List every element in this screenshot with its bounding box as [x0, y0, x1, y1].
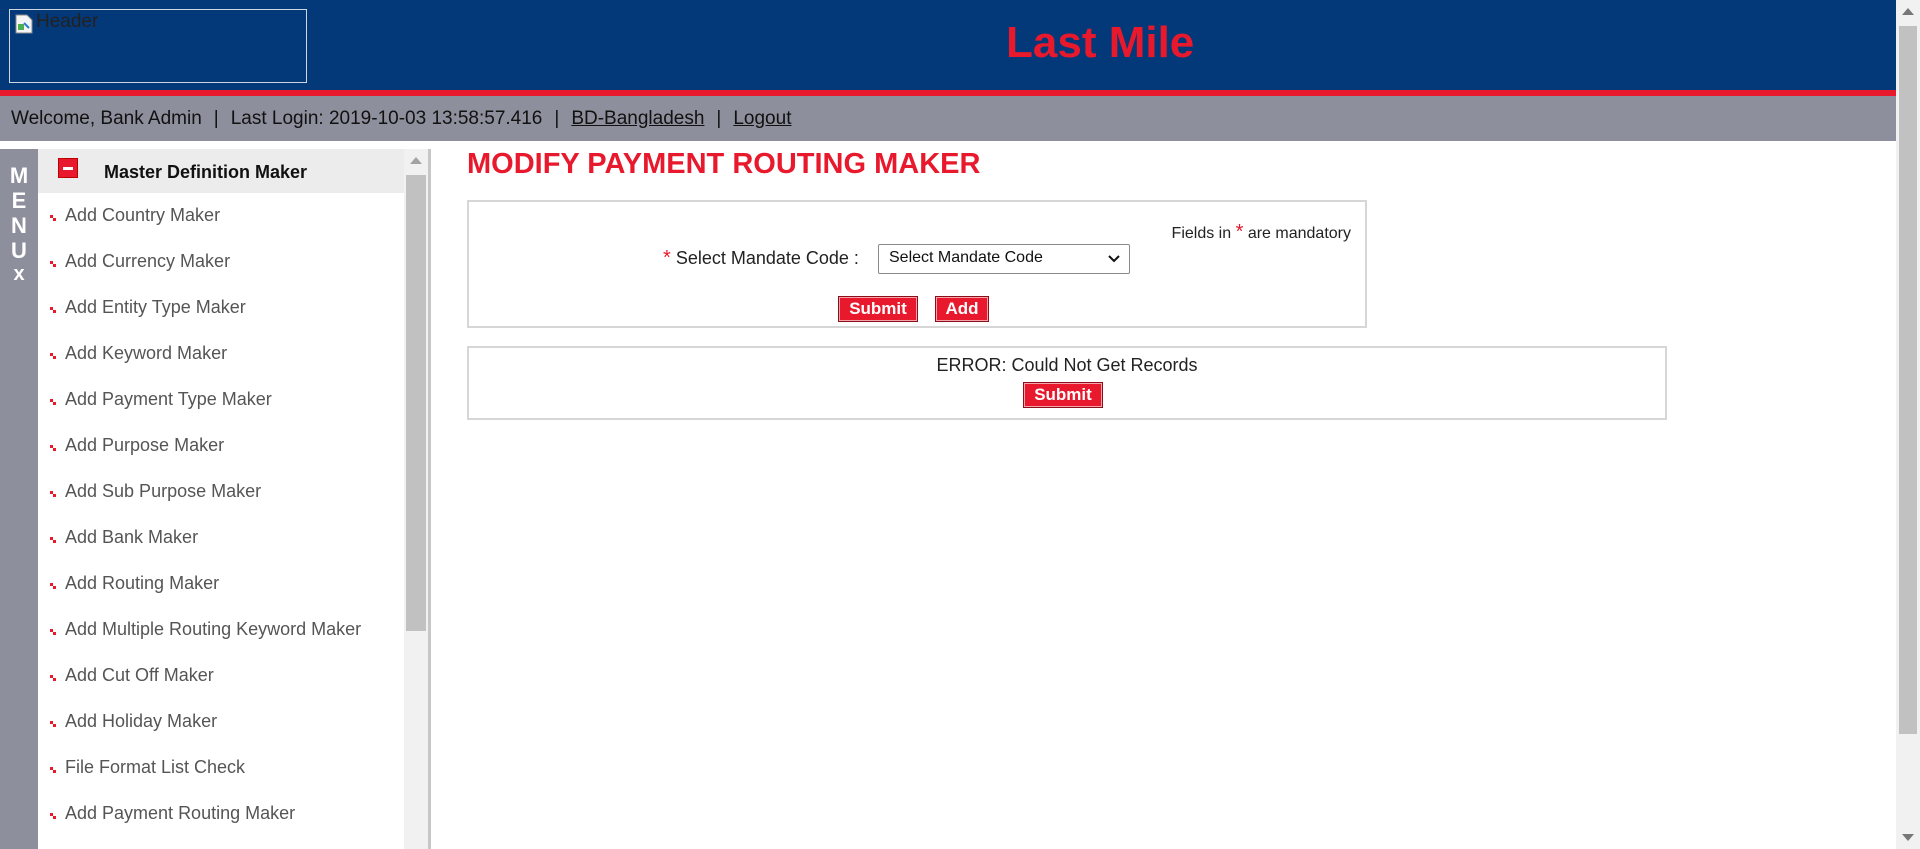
result-panel: ERROR: Could Not Get Records Submit: [467, 346, 1667, 420]
menu-group-header[interactable]: Master Definition Maker: [38, 149, 404, 193]
sidebar-item-add-holiday-maker[interactable]: Add Holiday Maker: [38, 699, 404, 745]
sidebar-item-add-entity-type-maker[interactable]: Add Entity Type Maker: [38, 285, 404, 331]
sidebar-item-add-multiple-routing-keyword-maker[interactable]: Add Multiple Routing Keyword Maker: [38, 607, 404, 653]
welcome-bar: Welcome, Bank Admin | Last Login: 2019-1…: [0, 96, 1896, 141]
bullet-icon: [50, 445, 56, 451]
bullet-icon: [50, 767, 56, 773]
sidebar-item-label: Add Payment Routing Maker: [65, 803, 296, 823]
sidebar-item-label: Add Bank Maker: [65, 527, 199, 547]
menu-close-icon[interactable]: x: [13, 263, 24, 285]
sidebar-item-label: Add Multiple Routing Keyword Maker: [65, 619, 362, 639]
bullet-icon: [50, 675, 56, 681]
bullet-icon: [50, 353, 56, 359]
sidebar-item-label: Add Holiday Maker: [65, 711, 218, 731]
chevron-down-icon: [1107, 252, 1121, 266]
mandatory-note-suffix: are mandatory: [1247, 225, 1351, 242]
mandatory-note: Fields in * are mandatory: [1172, 221, 1351, 244]
sidebar-item-label: Add Sub Purpose Maker: [65, 481, 262, 501]
add-button[interactable]: Add: [935, 296, 989, 322]
sidebar-item-label: File Format List Check: [65, 757, 246, 777]
app-title: Last Mile: [1006, 18, 1195, 67]
sidebar-item-file-format-list-check[interactable]: File Format List Check: [38, 745, 404, 791]
sidebar-item-label: Add Entity Type Maker: [65, 297, 246, 317]
scroll-up-icon[interactable]: [410, 157, 422, 164]
sidebar-item-add-keyword-maker[interactable]: Add Keyword Maker: [38, 331, 404, 377]
menu-rail[interactable]: M E N U x: [0, 149, 38, 849]
separator: |: [554, 107, 560, 129]
bullet-icon: [50, 537, 56, 543]
bullet-icon: [50, 721, 56, 727]
sidebar-scroll-thumb[interactable]: [406, 175, 426, 631]
bullet-icon: [50, 813, 56, 819]
bullet-icon: [50, 307, 56, 313]
header-logo[interactable]: Header: [9, 9, 307, 83]
bullet-icon: [50, 399, 56, 405]
bullet-icon: [50, 583, 56, 589]
scroll-down-icon[interactable]: [1902, 834, 1914, 841]
page-scroll-thumb[interactable]: [1899, 26, 1917, 734]
last-login-text: Last Login: 2019-10-03 13:58:57.416: [230, 107, 543, 129]
mandate-form: Fields in * are mandatory * Select Manda…: [467, 200, 1367, 328]
bullet-icon: [50, 491, 56, 497]
separator: |: [213, 107, 219, 129]
collapse-icon[interactable]: [58, 158, 78, 178]
mandate-code-select-value: Select Mandate Code: [889, 249, 1043, 266]
separator: |: [716, 107, 722, 129]
sidebar-item-add-currency-maker[interactable]: Add Currency Maker: [38, 239, 404, 285]
country-link[interactable]: BD-Bangladesh: [571, 108, 704, 130]
menu-letter: U: [11, 238, 27, 263]
header-logo-alt-text: Header: [36, 11, 99, 32]
scroll-up-icon[interactable]: [1902, 8, 1914, 15]
menu-letter: N: [11, 213, 27, 238]
sidebar-divider: [428, 149, 431, 849]
menu-group-title: Master Definition Maker: [104, 162, 308, 182]
mandate-code-label-row: * Select Mandate Code :: [663, 247, 859, 270]
result-submit-button[interactable]: Submit: [1023, 382, 1103, 408]
sidebar-item-add-cut-off-maker[interactable]: Add Cut Off Maker: [38, 653, 404, 699]
sidebar-item-add-purpose-maker[interactable]: Add Purpose Maker: [38, 423, 404, 469]
sidebar-item-label: Add Purpose Maker: [65, 435, 225, 455]
menu-list: Add Country Maker Add Currency Maker Add…: [38, 193, 404, 837]
submit-button[interactable]: Submit: [838, 296, 918, 322]
sidebar-item-add-sub-purpose-maker[interactable]: Add Sub Purpose Maker: [38, 469, 404, 515]
sidebar-item-label: Add Keyword Maker: [65, 343, 228, 363]
menu-toggle[interactable]: M E N U x: [0, 163, 38, 285]
sidebar: Master Definition Maker Add Country Make…: [38, 149, 404, 849]
menu-letter: E: [11, 188, 27, 213]
logout-link[interactable]: Logout: [733, 108, 791, 130]
sidebar-item-label: Add Routing Maker: [65, 573, 220, 593]
required-star: *: [1235, 221, 1244, 243]
sidebar-item-label: Add Currency Maker: [65, 251, 231, 271]
page-title: MODIFY PAYMENT ROUTING MAKER: [467, 148, 981, 180]
sidebar-item-label: Add Payment Type Maker: [65, 389, 272, 409]
bullet-icon: [50, 261, 56, 267]
sidebar-item-add-payment-routing-maker[interactable]: Add Payment Routing Maker: [38, 791, 404, 837]
mandate-code-select[interactable]: Select Mandate Code: [878, 244, 1130, 274]
bullet-icon: [50, 629, 56, 635]
required-star: *: [663, 247, 671, 269]
sidebar-item-label: Add Cut Off Maker: [65, 665, 214, 685]
mandate-code-label: Select Mandate Code :: [675, 248, 859, 268]
sidebar-item-add-bank-maker[interactable]: Add Bank Maker: [38, 515, 404, 561]
sidebar-item-add-routing-maker[interactable]: Add Routing Maker: [38, 561, 404, 607]
sidebar-item-add-country-maker[interactable]: Add Country Maker: [38, 193, 404, 239]
mandatory-note-prefix: Fields in: [1171, 225, 1232, 242]
broken-image-icon: [11, 11, 37, 37]
sidebar-item-label: Add Country Maker: [65, 205, 221, 225]
menu-letter: M: [9, 163, 29, 188]
sidebar-item-add-payment-type-maker[interactable]: Add Payment Type Maker: [38, 377, 404, 423]
welcome-text: Welcome, Bank Admin: [11, 107, 202, 129]
page-scrollbar[interactable]: [1896, 0, 1920, 849]
bullet-icon: [50, 215, 56, 221]
sidebar-scrollbar[interactable]: [404, 149, 428, 849]
error-message: ERROR: Could Not Get Records: [936, 355, 1198, 375]
app-header: Header Last Mile: [0, 0, 1896, 90]
